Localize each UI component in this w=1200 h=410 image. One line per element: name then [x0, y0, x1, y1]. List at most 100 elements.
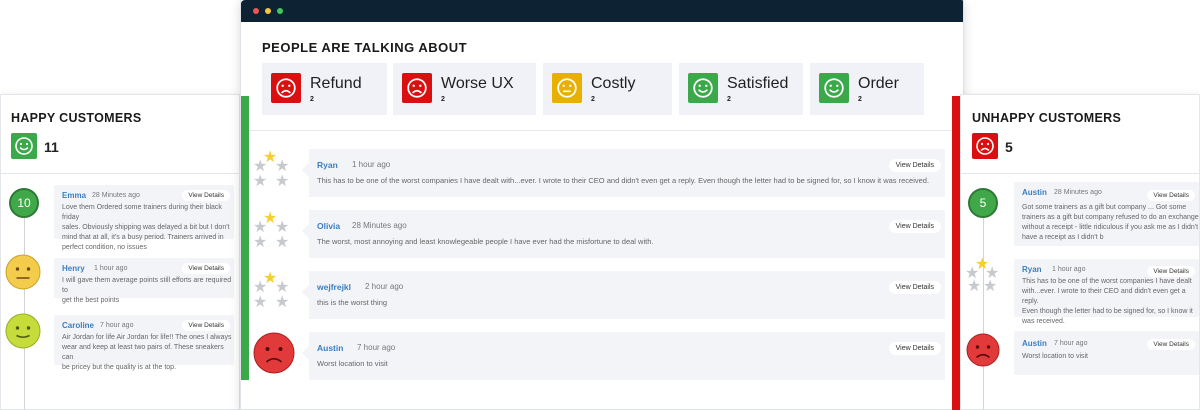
topic-count: 2	[441, 96, 445, 103]
unhappy-customers-count: 5	[1005, 139, 1013, 155]
star-empty-icon: ★	[275, 294, 290, 311]
review-time: 2 hour ago	[365, 282, 404, 291]
reviewer-name[interactable]: Ryan	[1022, 265, 1042, 274]
happy-customers-count: 11	[44, 139, 59, 155]
view-details-button[interactable]: View Details	[888, 159, 941, 172]
topic-label: Worse UX	[441, 75, 514, 92]
unhappy-customers-title: UNHAPPY CUSTOMERS	[972, 111, 1122, 125]
topic-card-refund[interactable]: Refund 2	[262, 63, 387, 115]
star-empty-icon: ★	[253, 173, 268, 190]
review-time: 7 hour ago	[357, 343, 396, 352]
view-details-button[interactable]: View Details	[182, 190, 230, 201]
review-time: 28 Minutes ago	[1054, 189, 1102, 196]
topic-label: Satisfied	[727, 75, 789, 92]
reviewer-name[interactable]: wejfrejkl	[317, 282, 351, 292]
review-time: 28 Minutes ago	[92, 192, 140, 199]
happy-indicator-bar	[241, 96, 249, 380]
sad-face-icon	[271, 73, 301, 103]
page: HAPPY CUSTOMERS 11 10 Emma 28 Minutes ag…	[0, 0, 1200, 410]
list-item: Caroline 7 hour ago View Details Air Jor…	[54, 315, 234, 371]
close-window-button[interactable]	[253, 8, 259, 14]
sad-face-icon	[966, 333, 1000, 367]
review-text: Worst location to visit	[317, 359, 388, 368]
review-text: Worst location to visit	[1022, 353, 1089, 360]
view-details-button[interactable]: View Details	[1147, 339, 1195, 350]
timeline-line	[24, 195, 25, 409]
unhappy-indicator-bar	[952, 96, 960, 410]
review-card: wejfrejkl 2 hour ago View Details this i…	[302, 271, 945, 319]
topic-card-satisfied[interactable]: Satisfied 2	[679, 63, 803, 115]
review-text: this is the worst thing	[317, 298, 388, 307]
review-text: Love them Ordered some trainers during t…	[62, 204, 230, 251]
reviewer-name[interactable]: Caroline	[62, 321, 94, 330]
review-text: The worst, most annoying and least knowl…	[317, 237, 654, 246]
page-title: PEOPLE ARE TALKING ABOUT	[262, 40, 468, 55]
review-time: 28 Minutes ago	[352, 221, 407, 230]
topic-card-worse-ux[interactable]: Worse UX 2	[393, 63, 536, 115]
reviewer-name[interactable]: Olivia	[317, 221, 340, 231]
divider	[241, 130, 963, 131]
view-details-button[interactable]: View Details	[1147, 266, 1195, 277]
reviewer-name[interactable]: Henry	[62, 264, 85, 273]
divider	[1, 173, 239, 174]
list-item: Emma 28 Minutes ago View Details Love th…	[54, 185, 234, 251]
reviewer-name[interactable]: Austin	[1022, 339, 1047, 348]
review-time: 1 hour ago	[94, 265, 128, 272]
topic-label: Refund	[310, 75, 362, 92]
topic-label: Order	[858, 75, 899, 92]
unhappy-customers-panel: UNHAPPY CUSTOMERS 5 5 Austin 28 Minutes …	[960, 94, 1200, 410]
reviewer-name[interactable]: Ryan	[317, 160, 338, 170]
topic-count: 2	[591, 96, 595, 103]
review-time: 7 hour ago	[100, 322, 134, 329]
topic-card-order[interactable]: Order 2	[810, 63, 924, 115]
star-empty-icon: ★	[983, 278, 998, 295]
score-badge: 10	[9, 188, 39, 218]
minimize-window-button[interactable]	[265, 8, 271, 14]
review-time: 1 hour ago	[352, 160, 391, 169]
view-details-button[interactable]: View Details	[1147, 190, 1195, 201]
review-card: Olivia 28 Minutes ago View Details The w…	[302, 210, 945, 258]
list-item: Henry 1 hour ago View Details I will gav…	[54, 258, 234, 304]
maximize-window-button[interactable]	[277, 8, 283, 14]
list-item: Ryan 1 hour ago View Details This has to…	[1014, 259, 1199, 325]
sad-face-icon	[402, 73, 432, 103]
neutral-face-icon	[5, 254, 41, 290]
review-text: Air Jordan for life Air Jordan for life!…	[62, 334, 232, 371]
star-empty-icon: ★	[253, 294, 268, 311]
review-text: This has to be one of the worst companie…	[1022, 278, 1193, 325]
topic-card-costly[interactable]: Costly 2	[543, 63, 672, 115]
star-empty-icon: ★	[275, 173, 290, 190]
window-titlebar	[241, 0, 963, 22]
list-item: Austin 7 hour ago View Details Worst loc…	[1014, 331, 1199, 375]
review-text: I will gave them average points still ef…	[62, 277, 232, 304]
star-empty-icon: ★	[275, 234, 290, 251]
topic-count: 2	[727, 96, 731, 103]
reviewer-name[interactable]: Austin	[317, 343, 343, 353]
happy-customers-panel: HAPPY CUSTOMERS 11 10 Emma 28 Minutes ag…	[0, 94, 240, 410]
smile-icon	[819, 73, 849, 103]
smile-icon	[11, 133, 37, 159]
reviewer-name[interactable]: Emma	[62, 191, 86, 200]
divider	[961, 173, 1199, 174]
smile-icon	[688, 73, 718, 103]
view-details-button[interactable]: View Details	[888, 220, 941, 233]
topic-label: Costly	[591, 75, 636, 92]
sad-icon	[972, 133, 998, 159]
view-details-button[interactable]: View Details	[182, 320, 230, 331]
review-time: 1 hour ago	[1052, 266, 1086, 273]
review-card: Ryan 1 hour ago View Details This has to…	[302, 149, 945, 197]
view-details-button[interactable]: View Details	[888, 342, 941, 355]
sad-face-icon	[253, 332, 295, 374]
slight-smile-face-icon	[5, 313, 41, 349]
main-window: PEOPLE ARE TALKING ABOUT Refund 2 Worse …	[240, 0, 964, 410]
topic-count: 2	[310, 96, 314, 103]
topic-count: 2	[858, 96, 862, 103]
view-details-button[interactable]: View Details	[888, 281, 941, 294]
review-text: Got some trainers as a gift but company …	[1022, 204, 1199, 241]
neutral-face-icon	[552, 73, 582, 103]
list-item: Austin 28 Minutes ago View Details Got s…	[1014, 182, 1199, 246]
reviewer-name[interactable]: Austin	[1022, 188, 1047, 197]
star-empty-icon: ★	[967, 278, 982, 295]
view-details-button[interactable]: View Details	[182, 263, 230, 274]
star-empty-icon: ★	[253, 234, 268, 251]
